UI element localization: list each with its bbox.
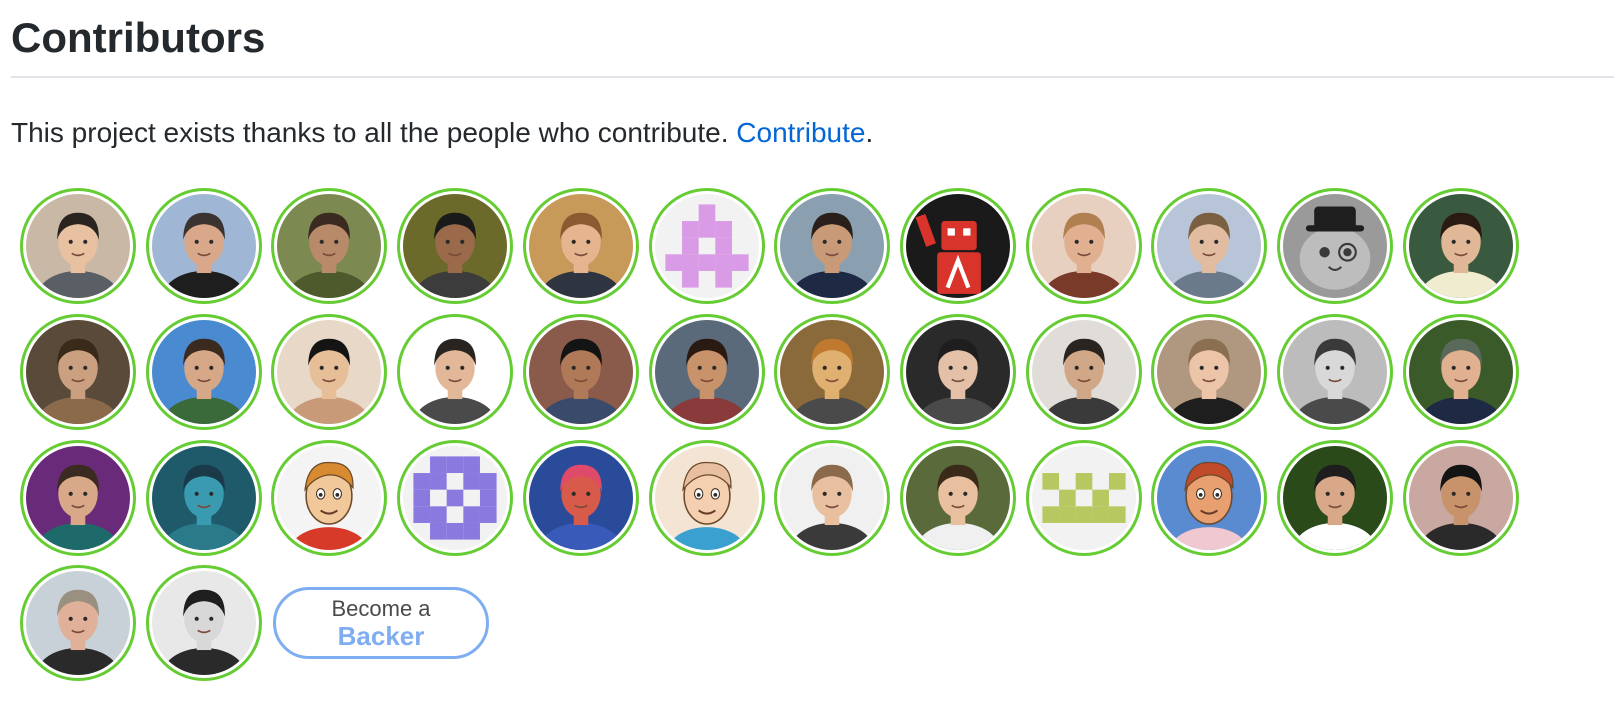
contributor-avatar[interactable] <box>1151 314 1267 430</box>
contributor-avatar[interactable] <box>397 314 513 430</box>
avatar-image <box>1032 194 1136 298</box>
avatar-image <box>1409 320 1513 424</box>
contributors-grid: Become a Backer <box>20 188 1580 708</box>
avatar-image <box>529 194 633 298</box>
contributor-avatar[interactable] <box>774 188 890 304</box>
intro-sentence: This project exists thanks to all the pe… <box>11 117 729 148</box>
contributor-avatar[interactable] <box>20 565 136 681</box>
contributor-avatar[interactable] <box>146 188 262 304</box>
contributor-avatar[interactable] <box>900 314 1016 430</box>
contributor-avatar[interactable] <box>1151 188 1267 304</box>
avatar-image <box>277 320 381 424</box>
contributor-avatar[interactable] <box>649 188 765 304</box>
avatar-image <box>1032 446 1136 550</box>
contributor-avatar[interactable] <box>20 440 136 556</box>
contributor-avatar[interactable] <box>900 188 1016 304</box>
avatar-image <box>529 446 633 550</box>
avatar-image <box>780 320 884 424</box>
contributor-avatar[interactable] <box>523 188 639 304</box>
avatar-image <box>1283 320 1387 424</box>
contribute-link[interactable]: Contribute <box>736 117 865 148</box>
contributor-avatar[interactable] <box>1151 440 1267 556</box>
avatar-image <box>655 446 759 550</box>
avatar-image <box>403 194 507 298</box>
contributor-avatar[interactable] <box>1026 440 1142 556</box>
avatar-image <box>906 446 1010 550</box>
backer-line2: Backer <box>337 621 425 651</box>
avatar-image <box>1032 320 1136 424</box>
page-title: Contributors <box>11 14 266 61</box>
avatar-image <box>403 320 507 424</box>
avatar-image <box>26 446 130 550</box>
avatar-image <box>1283 446 1387 550</box>
contributor-avatar[interactable] <box>649 314 765 430</box>
contributor-avatar[interactable] <box>774 440 890 556</box>
contributor-avatar[interactable] <box>1403 314 1519 430</box>
contributor-avatar[interactable] <box>20 188 136 304</box>
avatar-image <box>152 446 256 550</box>
avatar-image <box>1157 320 1261 424</box>
contributor-avatar[interactable] <box>649 440 765 556</box>
avatar-image <box>152 320 256 424</box>
avatar-image <box>277 446 381 550</box>
avatar-image <box>655 194 759 298</box>
backer-line1: Become a <box>331 596 431 621</box>
avatar-image <box>1409 446 1513 550</box>
contributor-avatar[interactable] <box>1277 440 1393 556</box>
contributor-avatar[interactable] <box>523 314 639 430</box>
avatar-image <box>780 194 884 298</box>
avatar-image <box>152 571 256 675</box>
contributor-avatar[interactable] <box>271 440 387 556</box>
avatar-image <box>1283 194 1387 298</box>
avatar-image <box>1157 194 1261 298</box>
intro-text: This project exists thanks to all the pe… <box>11 113 873 153</box>
contributor-avatar[interactable] <box>774 314 890 430</box>
contributor-avatar[interactable] <box>1277 188 1393 304</box>
contributor-avatar[interactable] <box>20 314 136 430</box>
avatar-image <box>906 194 1010 298</box>
intro-suffix: . <box>865 117 874 148</box>
contributor-avatar[interactable] <box>1403 188 1519 304</box>
contributor-avatar[interactable] <box>1403 440 1519 556</box>
become-backer-button[interactable]: Become a Backer <box>273 587 489 659</box>
avatar-image <box>529 320 633 424</box>
heading-divider <box>11 76 1614 78</box>
avatar-image <box>26 320 130 424</box>
avatar-image <box>1409 194 1513 298</box>
contributor-avatar[interactable] <box>1026 188 1142 304</box>
contributor-avatar[interactable] <box>1026 314 1142 430</box>
avatar-image <box>152 194 256 298</box>
contributor-avatar[interactable] <box>523 440 639 556</box>
avatar-image <box>26 571 130 675</box>
contributor-avatar[interactable] <box>397 188 513 304</box>
contributor-avatar[interactable] <box>900 440 1016 556</box>
avatar-image <box>403 446 507 550</box>
contributor-avatar[interactable] <box>397 440 513 556</box>
contributor-avatar[interactable] <box>271 188 387 304</box>
avatar-image <box>655 320 759 424</box>
contributor-avatar[interactable] <box>1277 314 1393 430</box>
contributor-avatar[interactable] <box>271 314 387 430</box>
avatar-image <box>26 194 130 298</box>
contributor-avatar[interactable] <box>146 565 262 681</box>
avatar-image <box>906 320 1010 424</box>
avatar-image <box>1157 446 1261 550</box>
contributor-avatar[interactable] <box>146 440 262 556</box>
avatar-image <box>780 446 884 550</box>
avatar-image <box>277 194 381 298</box>
contributor-avatar[interactable] <box>146 314 262 430</box>
